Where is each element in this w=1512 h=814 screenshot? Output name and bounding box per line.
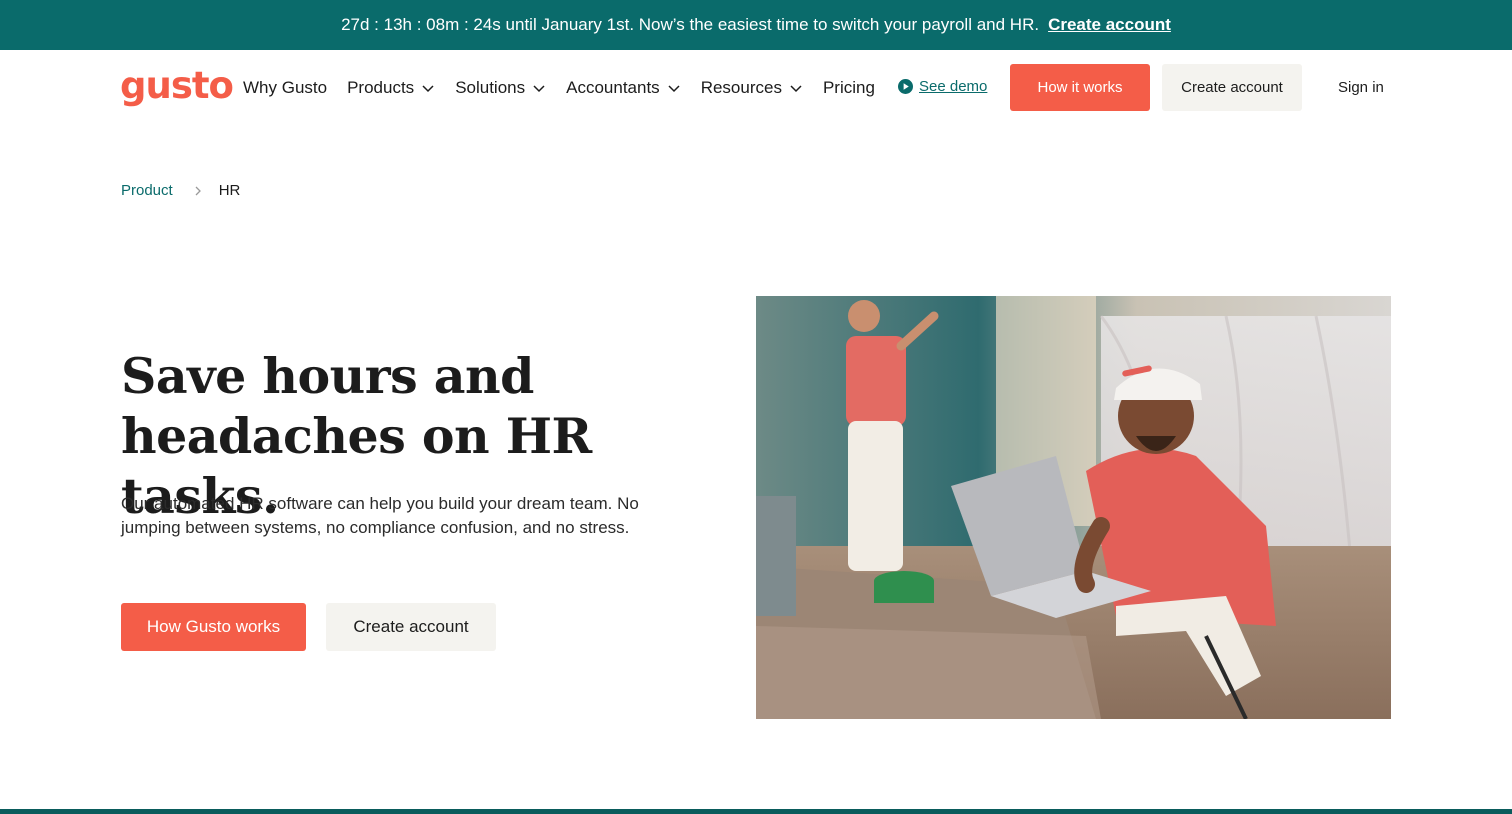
nav-label: Accountants	[566, 78, 660, 97]
main-nav: Why Gusto Products Solutions Accountants…	[243, 76, 895, 100]
nav-label: Why Gusto	[243, 78, 328, 97]
nav-label: Solutions	[455, 78, 526, 97]
see-demo-link[interactable]: See demo	[898, 78, 987, 95]
gusto-logo[interactable]: gusto	[120, 64, 234, 108]
see-demo-label: See demo	[919, 78, 988, 95]
breadcrumb-product-link[interactable]: Product	[121, 182, 173, 199]
nav-resources[interactable]: Resources	[701, 78, 803, 98]
promo-create-account-link[interactable]: Create account	[1048, 15, 1171, 35]
chevron-down-icon	[422, 85, 434, 93]
hero-create-account-button[interactable]: Create account	[326, 603, 496, 651]
chevron-down-icon	[790, 85, 802, 93]
nav-why-gusto[interactable]: Why Gusto	[243, 78, 327, 98]
chevron-down-icon	[668, 85, 680, 93]
sign-in-link[interactable]: Sign in	[1338, 79, 1384, 96]
promo-countdown-text: 27d : 13h : 08m : 24s until January 1st.…	[341, 15, 1040, 34]
hero-photo	[756, 296, 1391, 719]
how-gusto-works-button[interactable]: How Gusto works	[121, 603, 306, 651]
nav-label: Products	[347, 78, 415, 97]
nav-label: Resources	[700, 78, 782, 97]
site-header: gusto Why Gusto Products Solutions Accou…	[0, 50, 1512, 126]
hero-description: Our automated HR software can help you b…	[121, 494, 639, 537]
breadcrumb-current: HR	[218, 182, 241, 199]
chevron-down-icon	[533, 85, 545, 93]
hero-title-line-1: Save hours and	[121, 347, 534, 405]
section-divider	[0, 809, 1512, 814]
create-account-button[interactable]: Create account	[1162, 64, 1302, 111]
nav-accountants[interactable]: Accountants	[566, 78, 681, 98]
nav-products[interactable]: Products	[347, 78, 435, 98]
nav-solutions[interactable]: Solutions	[455, 78, 546, 98]
promo-banner: 27d : 13h : 08m : 24s until January 1st.…	[0, 0, 1512, 50]
play-icon	[898, 79, 913, 94]
chevron-right-icon	[193, 185, 203, 197]
nav-pricing[interactable]: Pricing	[823, 78, 875, 98]
painters-photo-illustration	[756, 296, 1391, 719]
nav-label: Pricing	[822, 78, 875, 97]
breadcrumb: Product HR	[121, 182, 240, 199]
how-it-works-button[interactable]: How it works	[1010, 64, 1150, 111]
